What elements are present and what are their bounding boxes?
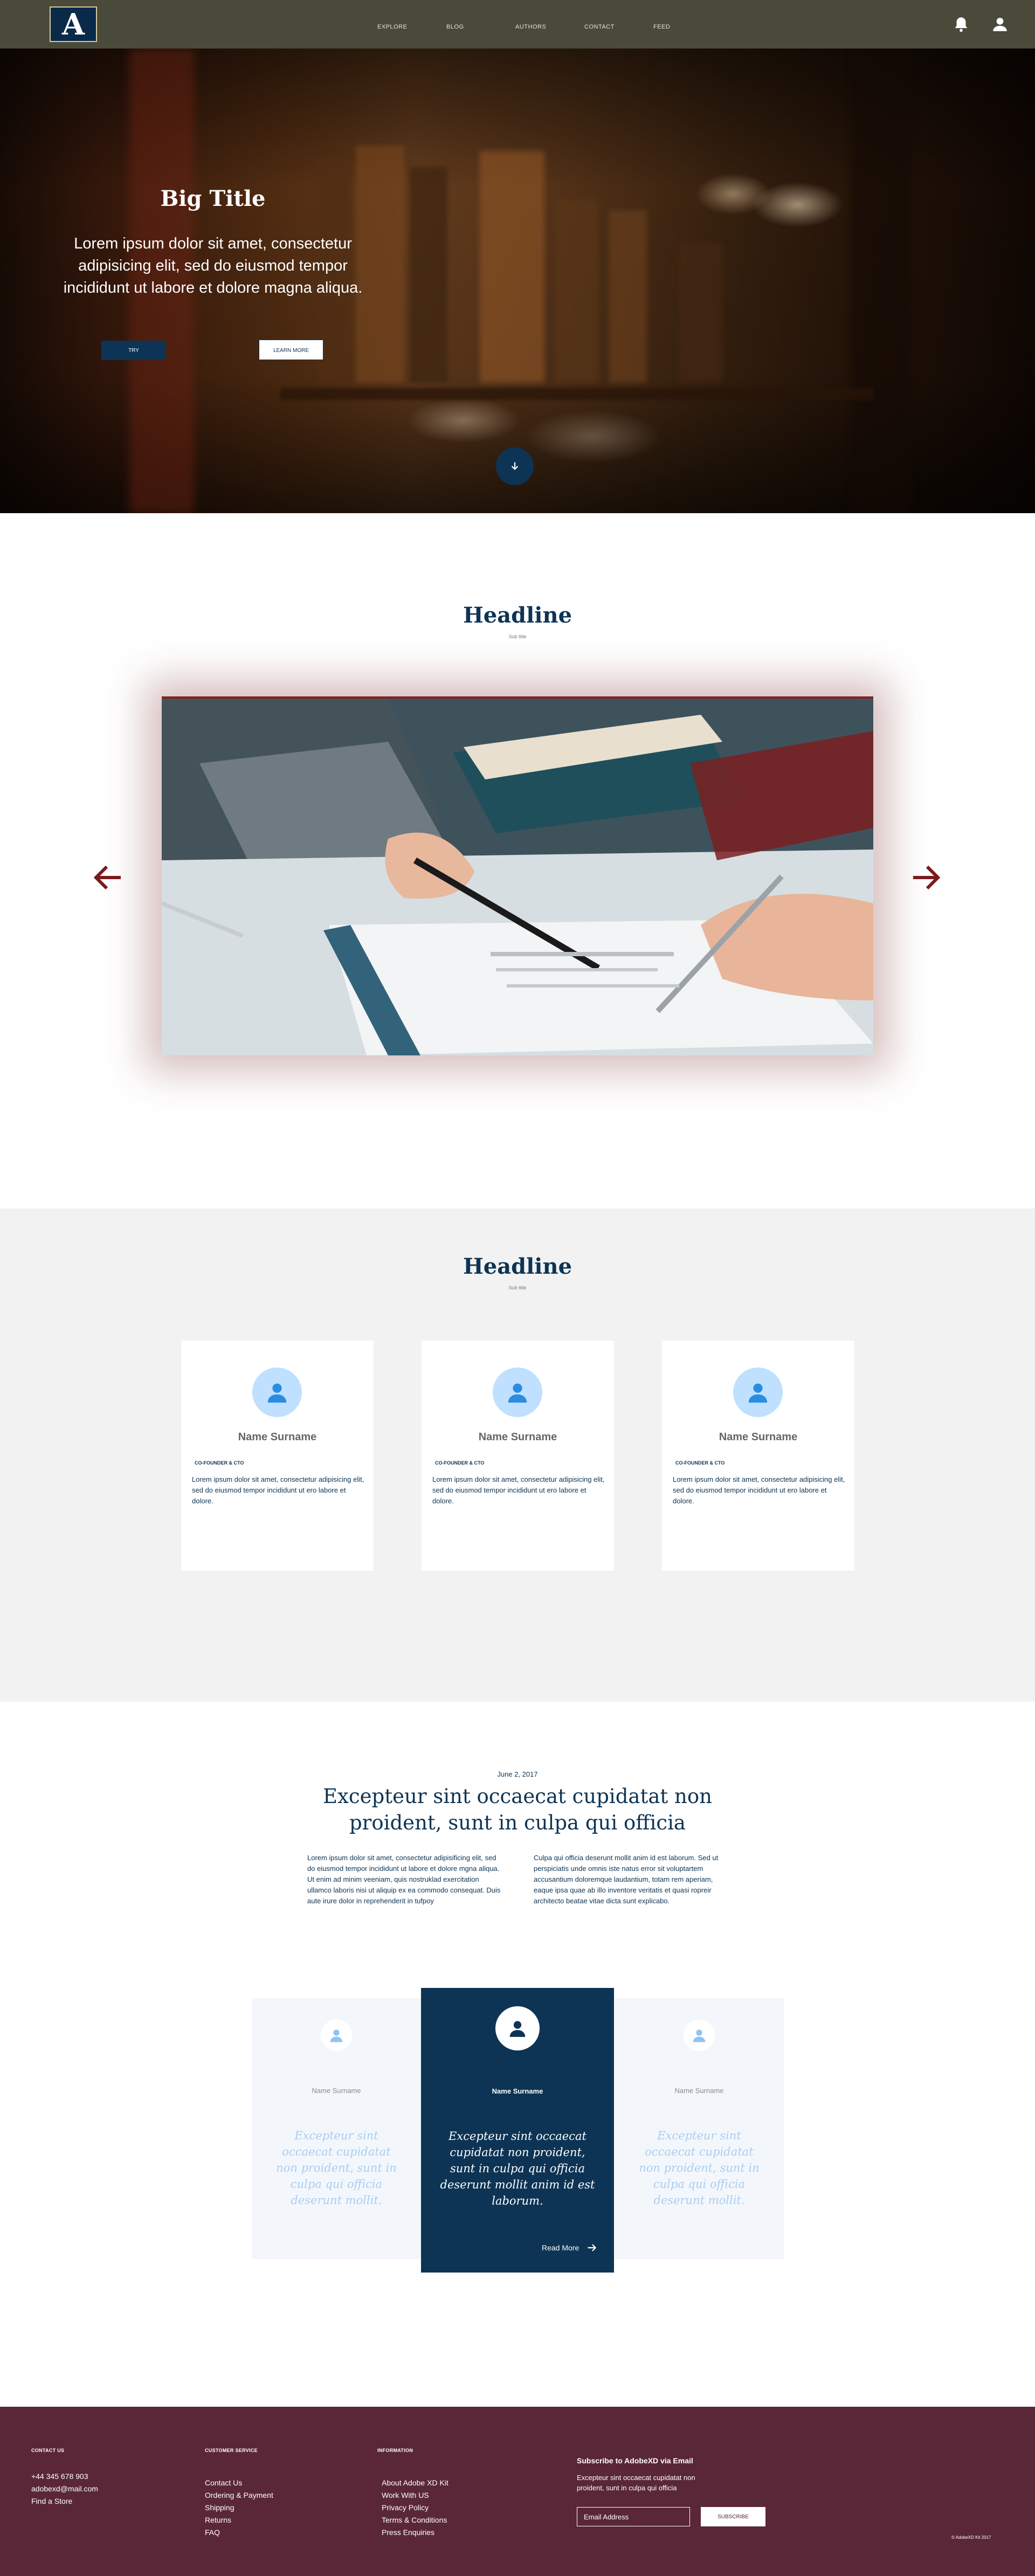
subscribe-heading: Subscribe to AdobeXD via Email: [577, 2456, 693, 2465]
footer-link[interactable]: Ordering & Payment: [205, 2489, 273, 2502]
nav-link-blog[interactable]: BLOG: [446, 0, 515, 49]
member-name: Name Surname: [719, 1431, 798, 1443]
nav-link-feed[interactable]: FEED: [653, 0, 722, 49]
hero-bg-book: [852, 49, 911, 513]
carousel-photo: [162, 699, 873, 1055]
footer-info-heading: INFORMATION: [377, 2448, 413, 2453]
article-column-left: Lorem ipsum dolor sit amet, consectetur …: [307, 1854, 501, 1905]
avatar: [495, 2006, 540, 2050]
footer-phone[interactable]: +44 345 678 903: [31, 2470, 98, 2483]
footer-email[interactable]: adobexd@mail.com: [31, 2483, 98, 2495]
team-card: Name Surname CO-FOUNDER & CTO Lorem ipsu…: [181, 1341, 374, 1571]
logo-letter: A: [62, 7, 85, 42]
member-bio: Lorem ipsum dolor sit amet, consectetur …: [432, 1475, 605, 1505]
footer-info-list: About Adobe XD Kit Work With US Privacy …: [382, 2477, 448, 2539]
carousel-headline: Headline: [463, 603, 572, 628]
hero-title: Big Title: [160, 186, 266, 211]
footer-service-heading: CUSTOMER SERVICE: [205, 2448, 258, 2453]
avatar: [252, 1368, 302, 1417]
member-name: Name Surname: [478, 1431, 557, 1443]
logo[interactable]: A: [50, 6, 97, 42]
member-bio: Lorem ipsum dolor sit amet, consectetur …: [673, 1475, 845, 1505]
avatar: [493, 1368, 542, 1417]
carousel-next-arrow-icon[interactable]: [910, 861, 942, 894]
user-icon: [748, 1383, 768, 1403]
nav-links: EXPLORE BLOG AUTHORS CONTACT FEED: [377, 0, 722, 49]
footer-link[interactable]: Work With US: [382, 2489, 448, 2502]
arrow-right-icon: [588, 2244, 597, 2252]
testimonial-quote: Excepteur sint occaecat cupidatat non pr…: [440, 2130, 595, 2207]
try-button[interactable]: TRY: [101, 341, 166, 360]
hero: Big Title Lorem ipsum dolor sit amet, co…: [0, 49, 1035, 513]
user-icon[interactable]: [991, 15, 1009, 33]
footer: CONTACT US +44 345 678 903 adobexd@mail.…: [0, 2407, 1035, 2576]
hero-bg-shelf: [280, 388, 873, 400]
article-date: June 2, 2017: [497, 1770, 538, 1778]
avatar: [684, 2020, 715, 2051]
avatar: [321, 2020, 352, 2051]
footer-link[interactable]: Press Enquiries: [382, 2526, 448, 2539]
member-bio: Lorem ipsum dolor sit amet, consectetur …: [192, 1475, 364, 1505]
member-role: CO-FOUNDER & CTO: [675, 1460, 725, 1466]
carousel-subline: Sub title: [508, 634, 527, 639]
subscribe-text: Excepteur sint occaecat cupidatat non pr…: [577, 2474, 695, 2492]
top-nav: A EXPLORE BLOG AUTHORS CONTACT FEED: [0, 0, 1035, 49]
footer-contact-list: +44 345 678 903 adobexd@mail.com Find a …: [31, 2470, 98, 2508]
user-icon: [693, 2029, 706, 2042]
testimonial-quote: Excepteur sint occaecat cupidatat non pr…: [639, 2129, 760, 2207]
user-icon: [509, 2021, 526, 2037]
user-icon: [267, 1383, 287, 1403]
testimonial-name: Name Surname: [312, 2087, 361, 2095]
footer-link[interactable]: Shipping: [205, 2502, 273, 2514]
scroll-down-button[interactable]: [496, 447, 534, 485]
user-icon: [508, 1383, 527, 1403]
member-role: CO-FOUNDER & CTO: [435, 1460, 485, 1466]
copyright: © AdobeXD Kit 2017: [951, 2535, 991, 2540]
footer-link[interactable]: Privacy Policy: [382, 2502, 448, 2514]
member-name: Name Surname: [238, 1431, 317, 1443]
testimonial-quote: Excepteur sint occaecat cupidatat non pr…: [276, 2129, 397, 2207]
hero-bg-book: [555, 199, 598, 383]
carousel-prev-arrow-icon[interactable]: [92, 861, 124, 894]
read-more-label: Read More: [542, 2243, 579, 2252]
hero-bg-book: [679, 243, 722, 383]
bell-icon[interactable]: [952, 15, 970, 33]
footer-link[interactable]: Terms & Conditions: [382, 2514, 448, 2526]
hero-bg-book: [480, 151, 544, 383]
carousel-image: [162, 696, 873, 1055]
footer-link[interactable]: Contact Us: [205, 2477, 273, 2489]
footer-link[interactable]: Returns: [205, 2514, 273, 2526]
email-input[interactable]: [577, 2507, 690, 2526]
footer-link[interactable]: About Adobe XD Kit: [382, 2477, 448, 2489]
footer-link[interactable]: FAQ: [205, 2526, 273, 2539]
hero-subtitle: Lorem ipsum dolor sit amet, consectetur …: [63, 235, 363, 296]
team-card: Name Surname CO-FOUNDER & CTO Lorem ipsu…: [422, 1341, 614, 1571]
testimonial-card[interactable]: Name Surname Excepteur sint occaecat cup…: [615, 1998, 784, 2259]
testimonial-name: Name Surname: [674, 2087, 724, 2095]
arrow-down-icon: [511, 462, 519, 471]
read-more-link[interactable]: Read More: [542, 2242, 597, 2253]
team-headline: Headline: [463, 1254, 572, 1279]
testimonial-name: Name Surname: [492, 2087, 543, 2095]
article-column-right: Culpa qui officia deserunt mollit anim i…: [534, 1854, 719, 1905]
nav-link-contact[interactable]: CONTACT: [584, 0, 653, 49]
footer-service-list: Contact Us Ordering & Payment Shipping R…: [205, 2477, 273, 2539]
testimonial-card[interactable]: Name Surname Excepteur sint occaecat cup…: [252, 1998, 421, 2259]
article-title: Excepteur sint occaecat cupidatat non pr…: [323, 1785, 712, 1834]
nav-link-explore[interactable]: EXPLORE: [377, 0, 446, 49]
avatar: [733, 1368, 783, 1417]
testimonial-card-active[interactable]: Name Surname Excepteur sint occaecat cup…: [421, 1988, 614, 2273]
member-role: CO-FOUNDER & CTO: [195, 1460, 244, 1466]
team-subline: Sub title: [508, 1285, 527, 1290]
hero-bg-book: [609, 210, 647, 383]
footer-contact-heading: CONTACT US: [31, 2448, 65, 2453]
user-icon: [330, 2029, 343, 2042]
nav-link-authors[interactable]: AUTHORS: [515, 0, 584, 49]
subscribe-button[interactable]: SUBSCRIBE: [701, 2507, 765, 2526]
footer-find-store[interactable]: Find a Store: [31, 2495, 98, 2508]
learn-more-button[interactable]: LEARN MORE: [259, 340, 323, 360]
team-card: Name Surname CO-FOUNDER & CTO Lorem ipsu…: [662, 1341, 854, 1571]
